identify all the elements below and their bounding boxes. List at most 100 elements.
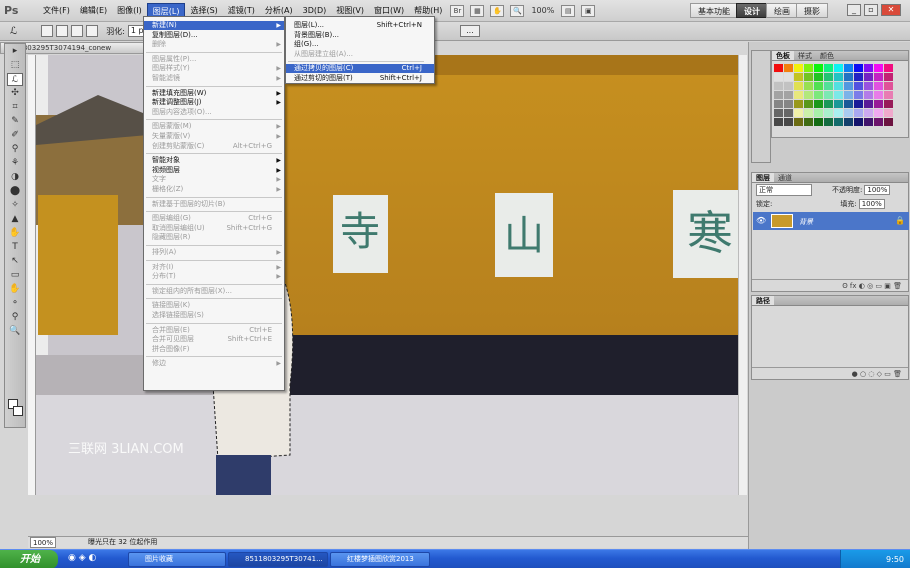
swatch-cell[interactable] [884,109,893,117]
swatch-cell[interactable] [854,118,863,126]
tab-styles[interactable]: 样式 [794,51,816,60]
swatch-cell[interactable] [834,91,843,99]
bridge-icon[interactable]: Br [450,4,465,17]
swatch-cell[interactable] [854,100,863,108]
swatch-cell[interactable] [834,118,843,126]
menu-item[interactable]: 新建调整图层(J) ▶ [144,98,284,107]
lasso-tool-preset-icon[interactable]: ℒ [10,26,17,37]
swatch-cell[interactable] [814,118,823,126]
swatch-cell[interactable] [794,91,803,99]
minimize-button[interactable]: _ [847,4,861,16]
swatch-cell[interactable] [844,91,853,99]
swatch-cell[interactable] [884,82,893,90]
path-select-tool-icon[interactable]: ↖ [7,255,23,268]
blend-mode-select[interactable]: 正常 [756,184,812,196]
menu-item[interactable]: 图层(L)... Shift+Ctrl+N [286,21,434,30]
swatch-cell[interactable] [774,109,783,117]
swatch-cell[interactable] [874,64,883,72]
menu-item[interactable]: 复制图层(D)... [144,31,284,40]
swatch-cell[interactable] [784,82,793,90]
restore-button[interactable]: ▫ [864,4,878,16]
menu-item[interactable]: 新建(N) ▶ [144,21,284,30]
swatch-cell[interactable] [834,64,843,72]
swatch-cell[interactable] [864,64,873,72]
workspace-basic[interactable]: 基本功能 [690,3,738,18]
swatch-cell[interactable] [784,64,793,72]
swatch-cell[interactable] [844,109,853,117]
menu-item[interactable]: 智能对象 ▶ [144,156,284,165]
swatch-cell[interactable] [804,109,813,117]
zoom-tool-icon[interactable]: 🔍 [510,4,525,17]
swatch-cell[interactable] [874,73,883,81]
menu-item[interactable]: 视频图层 ▶ [144,166,284,175]
swatch-cell[interactable] [814,82,823,90]
close-button[interactable]: ✕ [881,4,901,16]
swatch-cell[interactable] [794,118,803,126]
swatch-cell[interactable] [854,109,863,117]
swatch-cell[interactable] [804,100,813,108]
new-selection-icon[interactable] [41,25,54,37]
swatch-cell[interactable] [774,82,783,90]
swatch-cell[interactable] [824,109,833,117]
swatch-cell[interactable] [794,73,803,81]
mini-bridge-icon[interactable]: ▦ [470,4,485,17]
blur-tool-icon[interactable]: ▲ [7,213,23,226]
swatch-cell[interactable] [844,118,853,126]
swatch-cell[interactable] [844,100,853,108]
swatch-cell[interactable] [864,82,873,90]
swatch-cell[interactable] [814,109,823,117]
eyedropper-tool-icon[interactable]: ✎ [7,115,23,128]
swatch-cell[interactable] [834,100,843,108]
tab-paths[interactable]: 路径 [752,296,774,305]
subtract-selection-icon[interactable] [71,25,84,37]
swatch-cell[interactable] [814,64,823,72]
swatch-cell[interactable] [794,100,803,108]
dodge-tool-icon[interactable]: ✋ [7,227,23,240]
swatch-cell[interactable] [804,118,813,126]
swatch-cell[interactable] [824,91,833,99]
swatch-cell[interactable] [874,100,883,108]
swatch-cell[interactable] [844,82,853,90]
start-button[interactable]: 开始 [0,550,58,568]
menu-item[interactable]: 通过剪切的图层(T) Shift+Ctrl+J [286,74,434,83]
swatch-cell[interactable] [884,64,893,72]
swatch-cell[interactable] [784,109,793,117]
history-tool-icon[interactable]: ◑ [7,171,23,184]
eraser-tool-icon[interactable]: ⬤ [7,185,23,198]
swatch-cell[interactable] [784,91,793,99]
crop-tool-icon[interactable]: ⌗ [7,101,23,114]
taskbar-button-photos[interactable]: 图片收藏 [128,552,226,567]
arrange-docs-icon[interactable]: ▤ [561,4,576,17]
swatch-cell[interactable] [784,118,793,126]
swatch-cell[interactable] [864,109,873,117]
taskbar-button-photoshop[interactable]: 8511803295T30741... [228,552,328,567]
background-color-icon[interactable] [13,406,23,416]
swatch-cell[interactable] [774,118,783,126]
swatch-cell[interactable] [864,100,873,108]
healing-tool-icon[interactable]: ✐ [7,129,23,142]
swatch-cell[interactable] [824,64,833,72]
workspace-photography[interactable]: 摄影 [796,3,828,18]
swatch-cell[interactable] [794,109,803,117]
refine-edge-button[interactable]: ... [459,25,480,37]
shape-tool-icon[interactable]: ▭ [7,269,23,282]
opacity-input[interactable]: 100% [864,185,891,195]
swatch-cell[interactable] [804,91,813,99]
swatch-cell[interactable] [864,73,873,81]
swatch-cell[interactable] [774,64,783,72]
paths-footer-icons[interactable]: ● ○ ◌ ◇ ▭ 🗑 [752,367,908,379]
menu-2[interactable]: 图像(I) [112,3,147,19]
3d-tool-icon[interactable]: ⚲ [7,311,23,324]
quick-select-tool-icon[interactable]: ✣ [7,87,23,100]
swatch-cell[interactable] [884,118,893,126]
swatch-cell[interactable] [794,64,803,72]
rotate-tool-icon[interactable]: ⚬ [7,297,23,310]
swatch-cell[interactable] [874,91,883,99]
quick-launch-icons[interactable]: ◉ ◈ ◐ [68,553,96,563]
swatch-cell[interactable] [854,64,863,72]
menu-1[interactable]: 编辑(E) [75,3,112,19]
screen-mode-icon[interactable]: ▣ [581,4,596,17]
swatch-cell[interactable] [874,118,883,126]
swatch-cell[interactable] [864,91,873,99]
tab-color[interactable]: 颜色 [816,51,838,60]
